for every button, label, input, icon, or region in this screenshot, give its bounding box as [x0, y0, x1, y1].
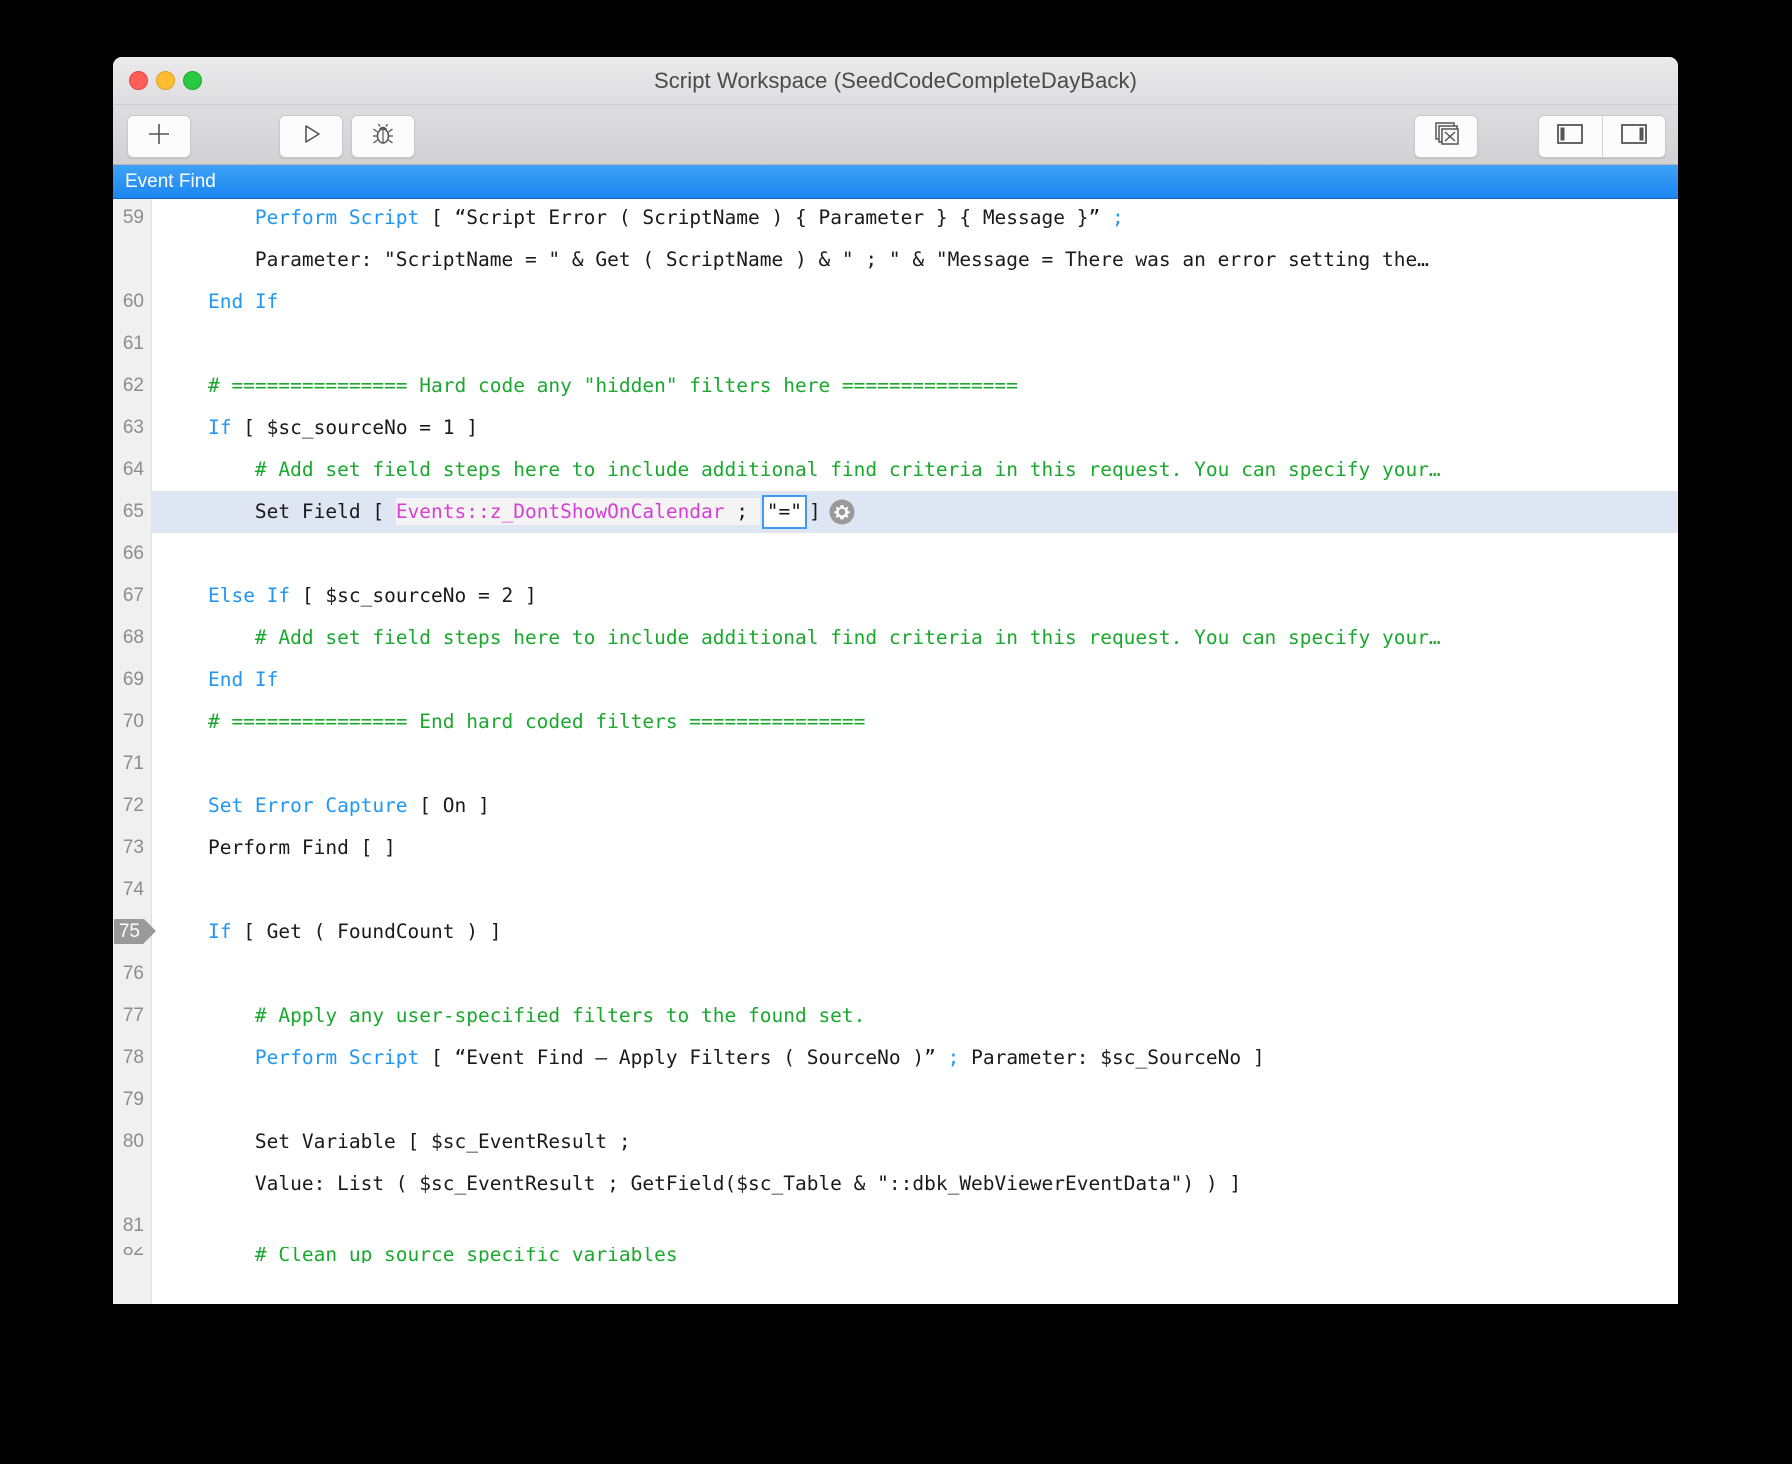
bug-icon	[369, 120, 397, 153]
left-sidebar-icon	[1555, 122, 1585, 151]
code-line-text: # Add set field steps here to include ad…	[161, 626, 1441, 649]
code-line-text: # Apply any user-specified filters to th…	[161, 1004, 866, 1027]
code-line[interactable]: 66	[113, 533, 1678, 575]
line-number[interactable]: 79	[113, 1079, 151, 1121]
line-number[interactable]	[113, 239, 151, 281]
line-number[interactable]: 65	[113, 491, 151, 533]
tab-bar: Event Find	[113, 165, 1678, 199]
line-number[interactable]: 77	[113, 995, 151, 1037]
code-line[interactable]: 82 # Clean up source specific variables	[113, 1247, 1678, 1263]
code-line[interactable]: Value: List ( $sc_EventResult ; GetField…	[113, 1163, 1678, 1205]
line-number[interactable]	[113, 1163, 151, 1205]
code-line[interactable]: 67 Else If [ $sc_sourceNo = 2 ]	[113, 575, 1678, 617]
debug-script-button[interactable]	[351, 115, 415, 158]
pane-toggle-group	[1538, 115, 1666, 158]
field-reference[interactable]: Events::z_DontShowOnCalendar ;	[395, 498, 760, 525]
line-number-marked[interactable]: 75	[113, 911, 157, 953]
toolbar	[113, 105, 1678, 165]
line-number[interactable]: 62	[113, 365, 151, 407]
line-number[interactable]: 73	[113, 827, 151, 869]
code-line-text: Set Field [ Events::z_DontShowOnCalendar…	[113, 491, 855, 533]
code-line[interactable]: 74	[113, 869, 1678, 911]
code-line-text: If [ Get ( FoundCount ) ]	[207, 920, 502, 943]
script-editor[interactable]: 58 If [ Get (LastError) > 0 ]59 Perform …	[113, 199, 1678, 1304]
code-lines[interactable]: 58 If [ Get (LastError) > 0 ]59 Perform …	[113, 199, 1678, 1304]
code-line[interactable]: 70 # =============== End hard coded filt…	[113, 701, 1678, 743]
code-line[interactable]: 61	[113, 323, 1678, 365]
close-all-tabs-button[interactable]	[1414, 115, 1478, 158]
toggle-right-pane-button[interactable]	[1601, 116, 1666, 157]
line-number[interactable]: 63	[113, 407, 151, 449]
line-number[interactable]: 82	[113, 1247, 151, 1263]
code-line[interactable]: 75 If [ Get ( FoundCount ) ]	[113, 911, 1678, 953]
code-line[interactable]: Parameter: "ScriptName = " & Get ( Scrip…	[113, 239, 1678, 281]
code-line[interactable]: 77 # Apply any user-specified filters to…	[113, 995, 1678, 1037]
code-line[interactable]: 59 Perform Script [ “Script Error ( Scri…	[113, 199, 1678, 239]
line-number[interactable]: 70	[113, 701, 151, 743]
code-line[interactable]: 63 If [ $sc_sourceNo = 1 ]	[113, 407, 1678, 449]
code-line-text: Parameter: "ScriptName = " & Get ( Scrip…	[161, 248, 1429, 271]
calculation-value-input[interactable]: "="	[761, 494, 808, 529]
line-number[interactable]: 78	[113, 1037, 151, 1079]
line-number[interactable]: 60	[113, 281, 151, 323]
line-number[interactable]: 76	[113, 953, 151, 995]
line-number[interactable]: 59	[113, 199, 151, 239]
play-icon	[298, 121, 324, 152]
line-number[interactable]: 66	[113, 533, 151, 575]
code-line-text: # Clean up source specific variables	[161, 1247, 678, 1263]
line-number[interactable]: 67	[113, 575, 151, 617]
code-line[interactable]: 79	[113, 1079, 1678, 1121]
window-title: Script Workspace (SeedCodeCompleteDayBac…	[653, 68, 1138, 93]
code-line[interactable]: 71	[113, 743, 1678, 785]
code-line-text: Set Variable [ $sc_EventResult ;	[161, 1130, 631, 1153]
line-number[interactable]: 64	[113, 449, 151, 491]
code-line-text: Perform Script [ “Event Find – Apply Fil…	[254, 1046, 1265, 1069]
code-line[interactable]: 65 Set Field [ Events::z_DontShowOnCalen…	[113, 491, 1678, 533]
tab-event-find[interactable]: Event Find	[113, 171, 216, 193]
code-line[interactable]: 64 # Add set field steps here to include…	[113, 449, 1678, 491]
right-sidebar-icon	[1619, 122, 1649, 151]
script-workspace-window: Script Workspace (SeedCodeCompleteDayBac…	[113, 57, 1678, 1304]
code-line[interactable]: 73 Perform Find [ ]	[113, 827, 1678, 869]
line-number[interactable]: 80	[113, 1121, 151, 1163]
code-line[interactable]: 81	[113, 1205, 1678, 1247]
line-number[interactable]: 72	[113, 785, 151, 827]
line-number[interactable]: 71	[113, 743, 151, 785]
code-line-text: Perform Find [ ]	[161, 836, 396, 859]
code-line[interactable]: 76	[113, 953, 1678, 995]
gear-icon[interactable]	[829, 498, 855, 524]
screen: Script Workspace (SeedCodeCompleteDayBac…	[0, 0, 1792, 1464]
plus-icon	[145, 120, 173, 153]
line-number[interactable]: 69	[113, 659, 151, 701]
line-number[interactable]: 74	[113, 869, 151, 911]
line-number[interactable]: 81	[113, 1205, 151, 1247]
new-script-button[interactable]	[127, 115, 191, 158]
code-line[interactable]: 62 # =============== Hard code any "hidd…	[113, 365, 1678, 407]
code-line-text: # =============== Hard code any "hidden"…	[161, 374, 1019, 397]
code-line[interactable]: 60 End If	[113, 281, 1678, 323]
line-number[interactable]: 61	[113, 323, 151, 365]
code-line-text: Else If [ $sc_sourceNo = 2 ]	[207, 584, 537, 607]
code-line[interactable]: 69 End If	[113, 659, 1678, 701]
code-line-text: # Add set field steps here to include ad…	[161, 458, 1441, 481]
code-line-text: Set Error Capture [ On ]	[207, 794, 490, 817]
code-line[interactable]: 78 Perform Script [ “Event Find – Apply …	[113, 1037, 1678, 1079]
code-line-text: If [ $sc_sourceNo = 1 ]	[207, 416, 478, 439]
line-number[interactable]: 68	[113, 617, 151, 659]
code-line[interactable]: 72 Set Error Capture [ On ]	[113, 785, 1678, 827]
code-line-text: Value: List ( $sc_EventResult ; GetField…	[161, 1172, 1242, 1195]
close-all-windows-icon	[1431, 120, 1461, 153]
code-line[interactable]: 68 # Add set field steps here to include…	[113, 617, 1678, 659]
code-line[interactable]: 80 Set Variable [ $sc_EventResult ;	[113, 1121, 1678, 1163]
window-titlebar: Script Workspace (SeedCodeCompleteDayBac…	[113, 57, 1678, 105]
run-script-button[interactable]	[279, 115, 343, 158]
toggle-left-pane-button[interactable]	[1539, 116, 1602, 157]
code-line-text: Perform Script [ “Script Error ( ScriptN…	[254, 206, 1124, 229]
code-line-text: # =============== End hard coded filters…	[161, 710, 866, 733]
